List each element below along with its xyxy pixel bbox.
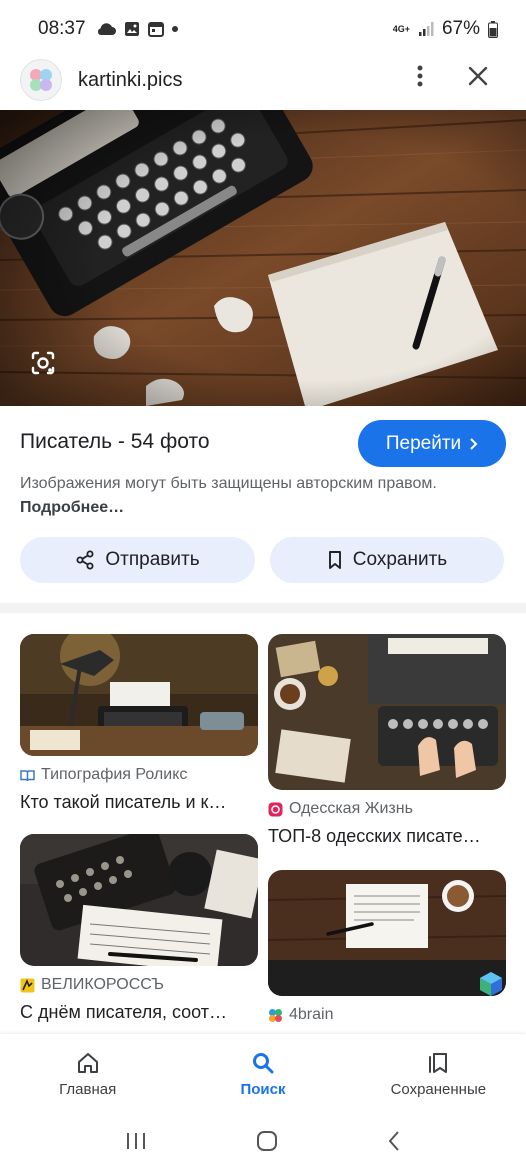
source-name: Одесская Жизнь: [289, 800, 413, 817]
nav-saved-label: Сохраненные: [390, 1080, 487, 1098]
related-card[interactable]: Одесская Жизнь ТОП-8 одесских писате…: [268, 634, 506, 847]
save-label: Сохранить: [352, 549, 448, 570]
lens-search-button[interactable]: [24, 344, 62, 382]
share-button[interactable]: Отправить: [20, 537, 255, 583]
velikoross-logo-icon: [20, 978, 35, 992]
signal-icon: [418, 22, 434, 36]
close-button[interactable]: [464, 62, 492, 90]
related-thumbnail: [20, 634, 258, 756]
related-thumbnail: [268, 870, 506, 996]
search-icon: [252, 1052, 274, 1073]
related-card[interactable]: ВЕЛИКОРОССЪ С днём писателя, соот…: [20, 834, 258, 1023]
close-icon: [468, 66, 488, 86]
recent-apps-icon[interactable]: [125, 1131, 147, 1151]
go-button[interactable]: Перейти: [358, 420, 506, 467]
nav-search-label: Поиск: [240, 1080, 286, 1098]
related-caption: ТОП-8 одесских писате…: [268, 826, 481, 846]
nav-saved[interactable]: Сохраненные: [351, 1034, 526, 1114]
battery-percent: 67%: [441, 18, 480, 39]
related-thumbnail: [20, 834, 258, 966]
home-button-icon[interactable]: [256, 1130, 278, 1152]
book-icon: [20, 769, 35, 781]
battery-icon: [488, 20, 498, 38]
source-name: Типография Роликс: [41, 766, 188, 783]
related-source: 4brain: [268, 1006, 506, 1024]
network-type: 4G+: [392, 23, 410, 34]
share-icon: [76, 550, 94, 570]
copyright-note: Изображения могут быть защищены авторски…: [20, 472, 460, 520]
source-name: ВЕЛИКОРОССЪ: [41, 976, 164, 993]
related-source: Типография Роликс: [20, 766, 258, 784]
lens-icon: [31, 351, 55, 375]
clock: 08:37: [38, 18, 86, 39]
4brain-logo-icon: [269, 1008, 282, 1022]
related-card[interactable]: Типография Роликс Кто такой писатель и к…: [20, 634, 258, 813]
typewriter-desk-illustration: [0, 110, 526, 406]
favicon-icon: [30, 69, 52, 91]
site-header: kartinki.pics: [0, 52, 526, 108]
site-name: kartinki.pics: [78, 68, 183, 91]
save-button[interactable]: Сохранить: [270, 537, 504, 583]
related-thumbnail: [268, 634, 506, 790]
nav-search[interactable]: Поиск: [175, 1034, 350, 1114]
image-icon: [124, 22, 139, 36]
related-source: ВЕЛИКОРОССЪ: [20, 976, 258, 994]
cloud-icon: [97, 23, 116, 35]
share-label: Отправить: [105, 549, 200, 570]
status-bar: 08:37 4G+ 67%: [0, 0, 526, 58]
dot-icon: [171, 26, 178, 32]
hero-image[interactable]: [0, 110, 526, 406]
nav-home-label: Главная: [59, 1080, 117, 1098]
related-source: Одесская Жизнь: [268, 800, 506, 818]
system-nav-bar: [0, 1114, 526, 1168]
bottom-nav: Главная Поиск Сохраненные: [0, 1034, 526, 1114]
related-caption: Кто такой писатель и к…: [20, 792, 227, 812]
source-name: 4brain: [289, 1006, 334, 1023]
nav-home[interactable]: Главная: [0, 1034, 175, 1114]
learn-more-link[interactable]: Подробнее…: [20, 499, 124, 516]
chevron-right-icon: [470, 437, 478, 450]
home-icon: [77, 1052, 98, 1073]
calendar-icon: [147, 22, 164, 37]
related-caption: С днём писателя, соот…: [20, 1002, 228, 1022]
notification-icons: [96, 21, 178, 37]
site-favicon: [20, 59, 62, 101]
go-button-label: Перейти: [385, 432, 462, 454]
bookmark-icon: [328, 551, 341, 569]
result-title: Писатель - 54 фото: [20, 430, 210, 453]
odesskaya-zhizn-logo-icon: [268, 802, 283, 816]
more-vert-icon: [417, 65, 423, 87]
section-divider: [0, 603, 526, 613]
related-card[interactable]: 4brain: [268, 870, 506, 1032]
back-icon[interactable]: [387, 1130, 401, 1152]
saved-icon: [429, 1052, 448, 1073]
more-options-button[interactable]: [406, 62, 434, 90]
copyright-text: Изображения могут быть защищены авторски…: [20, 475, 437, 492]
